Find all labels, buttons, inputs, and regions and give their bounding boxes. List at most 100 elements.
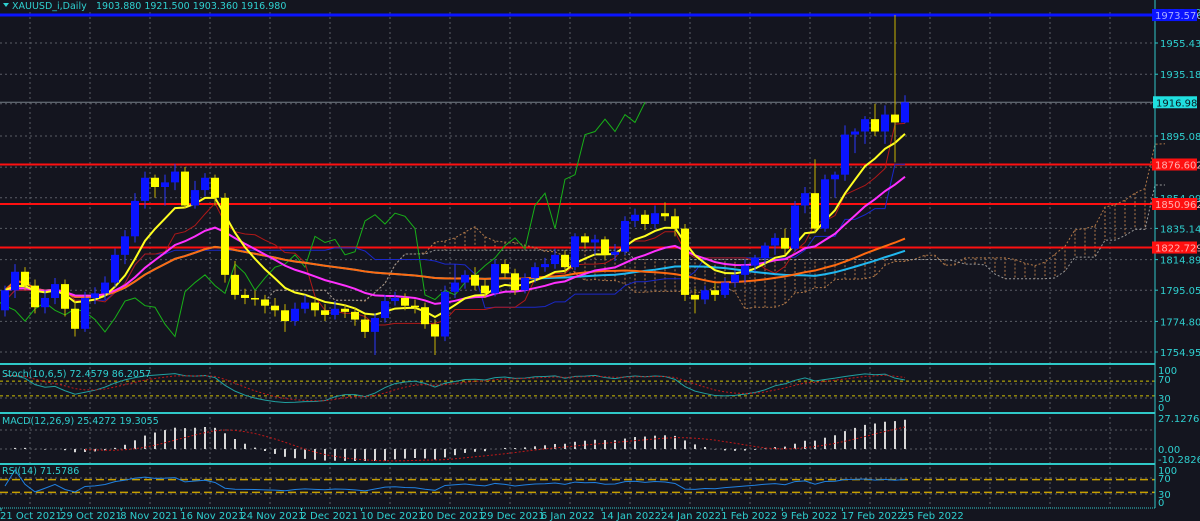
candle-body bbox=[321, 310, 329, 315]
candle-body bbox=[261, 299, 269, 306]
candle-body bbox=[701, 290, 709, 300]
candle-body bbox=[191, 190, 199, 206]
candle-body bbox=[451, 282, 459, 292]
candle-body bbox=[41, 297, 49, 308]
time-label: 29 Dec 2021 bbox=[481, 511, 545, 521]
candle-body bbox=[71, 308, 79, 329]
candle bbox=[501, 259, 509, 278]
candle-body bbox=[301, 302, 309, 309]
candle bbox=[771, 233, 779, 255]
price-tick-label: 1774.800 bbox=[1160, 317, 1200, 328]
candle-body bbox=[391, 297, 399, 302]
candle-body bbox=[731, 274, 739, 283]
candle bbox=[91, 287, 99, 305]
candle-body bbox=[421, 307, 429, 325]
candle-body bbox=[671, 216, 679, 229]
price-tick-label: 1754.955 bbox=[1160, 348, 1200, 359]
candle bbox=[281, 304, 289, 332]
candle bbox=[241, 288, 249, 305]
candle bbox=[641, 210, 649, 231]
time-label: 14 Jan 2022 bbox=[601, 511, 661, 521]
candle-body bbox=[511, 273, 519, 291]
candle-body bbox=[1, 290, 9, 311]
macd-title: MACD(12,26,9) 25.4272 19.3055 bbox=[2, 416, 159, 427]
time-label: 17 Feb 2022 bbox=[841, 511, 903, 521]
candle-body bbox=[831, 174, 839, 180]
time-axis: 21 Oct 202129 Oct 20218 Nov 2021 16 Nov 2… bbox=[0, 507, 1155, 521]
rsi-title: RSI(14) 71.5786 bbox=[2, 466, 79, 477]
price-tick-label: 1795.050 bbox=[1160, 286, 1200, 297]
price-tick-label: 1935.180 bbox=[1160, 70, 1200, 81]
time-label: 24 Nov 2021 bbox=[240, 511, 304, 521]
candle-body bbox=[681, 228, 689, 295]
candle-body bbox=[271, 305, 279, 311]
candle-body bbox=[531, 267, 539, 278]
time-label: 21 Oct 2021 bbox=[0, 511, 62, 521]
candle bbox=[621, 216, 629, 255]
candle-body bbox=[161, 182, 169, 188]
candle-body bbox=[331, 308, 339, 315]
price-tick-label: 1835.145 bbox=[1160, 224, 1200, 235]
candle bbox=[591, 234, 599, 255]
candle-body bbox=[481, 285, 489, 294]
collapse-arrow-icon[interactable] bbox=[3, 3, 9, 7]
level-label: 1822.729 bbox=[1155, 244, 1200, 255]
stoch-title: Stoch(10,6,5) 72.4579 86.2057 bbox=[2, 369, 151, 380]
candle-body bbox=[341, 308, 349, 312]
candle-body bbox=[591, 239, 599, 243]
candle bbox=[871, 103, 879, 137]
candle bbox=[841, 125, 849, 181]
candle-body bbox=[121, 236, 129, 255]
candle bbox=[741, 259, 749, 283]
candle-body bbox=[231, 274, 239, 295]
macd-signal-line bbox=[84, 426, 906, 462]
trading-chart[interactable]: 1975.6001955.4301935.1801895.0851854.990… bbox=[0, 0, 1200, 521]
candle-body bbox=[851, 131, 859, 135]
candle bbox=[881, 105, 889, 144]
candle-body bbox=[111, 254, 119, 283]
candle-body bbox=[11, 271, 19, 291]
candle-body bbox=[571, 236, 579, 268]
candle-body bbox=[561, 254, 569, 268]
candle-body bbox=[101, 282, 109, 294]
price-tick-label: 1895.085 bbox=[1160, 132, 1200, 143]
candle bbox=[901, 95, 909, 124]
macd-level-label: 27.1276 bbox=[1158, 414, 1199, 425]
price-levels[interactable] bbox=[0, 9, 1197, 254]
candle bbox=[651, 205, 659, 229]
candle-body bbox=[631, 214, 639, 221]
candle-body bbox=[381, 301, 389, 319]
candle-body bbox=[811, 193, 819, 229]
time-label: 20 Dec 2021 bbox=[421, 511, 485, 521]
candle-body bbox=[291, 308, 299, 322]
current-price-label: 1916.980 bbox=[1156, 98, 1200, 109]
macd-level-label: -10.2826 bbox=[1158, 455, 1200, 466]
candle-body bbox=[221, 197, 229, 275]
candle-body bbox=[841, 134, 849, 175]
candle bbox=[181, 166, 189, 209]
candle bbox=[681, 223, 689, 302]
candle bbox=[251, 290, 259, 306]
candle-body bbox=[31, 285, 39, 308]
candle bbox=[111, 248, 119, 288]
candle-body bbox=[771, 237, 779, 246]
candle-body bbox=[611, 251, 619, 255]
candle-body bbox=[211, 177, 219, 198]
candle bbox=[441, 285, 449, 342]
candle bbox=[701, 285, 709, 305]
candle bbox=[411, 299, 419, 314]
time-label: 2 Dec 2021 bbox=[301, 511, 359, 521]
candle bbox=[161, 174, 169, 206]
rsi-level-label: 70 bbox=[1158, 474, 1171, 485]
candle-body bbox=[641, 214, 649, 224]
candle-body bbox=[791, 205, 799, 249]
candle-body bbox=[21, 271, 29, 286]
candle-body bbox=[581, 236, 589, 243]
candle bbox=[781, 228, 789, 255]
candle bbox=[61, 279, 69, 317]
candle bbox=[291, 302, 299, 326]
candle-body bbox=[781, 237, 789, 249]
candle bbox=[451, 264, 459, 298]
candle-body bbox=[691, 294, 699, 300]
price-tick-label: 1814.895 bbox=[1160, 256, 1200, 267]
